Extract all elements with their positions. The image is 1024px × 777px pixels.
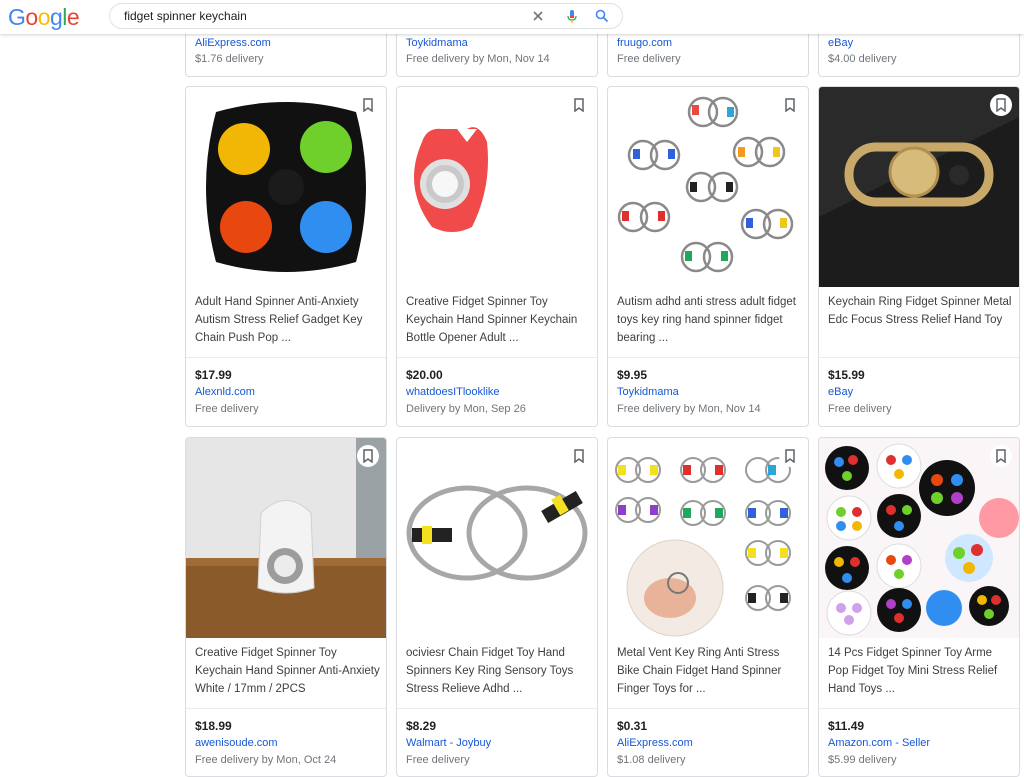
- product-price: $18.99: [195, 719, 232, 733]
- google-logo[interactable]: Google: [8, 3, 80, 31]
- product-image[interactable]: [608, 438, 808, 638]
- product-price: $11.49: [828, 719, 865, 733]
- store-link[interactable]: eBay: [828, 37, 853, 49]
- product-title[interactable]: Metal Vent Key Ring Anti Stress Bike Cha…: [617, 644, 803, 698]
- product-price: $0.31: [617, 719, 648, 733]
- search-input[interactable]: [124, 4, 524, 28]
- product-image[interactable]: [608, 87, 808, 287]
- microphone-icon[interactable]: [564, 8, 580, 24]
- bookmark-icon[interactable]: [779, 445, 801, 467]
- bookmark-icon[interactable]: [990, 445, 1012, 467]
- search-box: [109, 3, 623, 29]
- store-link[interactable]: Amazon.com - Seller: [828, 737, 930, 749]
- product-title[interactable]: 14 Pcs Fidget Spinner Toy Arme Pop Fidge…: [828, 644, 1014, 698]
- divider: [397, 708, 597, 709]
- divider: [819, 357, 1019, 358]
- delivery-text: $1.08 delivery: [617, 754, 686, 766]
- delivery-text: Free delivery by Mon, Nov 14: [617, 403, 761, 415]
- store-link[interactable]: awenisoude.com: [195, 737, 278, 749]
- store-link[interactable]: whatdoesITlooklike: [406, 386, 500, 398]
- divider: [186, 708, 386, 709]
- product-image[interactable]: [819, 438, 1019, 638]
- divider: [186, 357, 386, 358]
- logo-letter: g: [49, 4, 63, 30]
- bookmark-icon[interactable]: [779, 94, 801, 116]
- product-title[interactable]: Creative Fidget Spinner Toy Keychain Han…: [195, 644, 381, 698]
- delivery-text: Free delivery: [617, 53, 681, 65]
- product-card[interactable]: Autism adhd anti stress adult fidget toy…: [607, 86, 809, 427]
- product-price: $8.29: [406, 719, 437, 733]
- delivery-text: Free delivery by Mon, Nov 14: [406, 53, 550, 65]
- store-link[interactable]: eBay: [828, 386, 853, 398]
- delivery-text: $5.99 delivery: [828, 754, 897, 766]
- divider: [608, 357, 808, 358]
- clear-icon[interactable]: [530, 8, 546, 24]
- store-link[interactable]: fruugo.com: [617, 37, 672, 49]
- product-title[interactable]: Autism adhd anti stress adult fidget toy…: [617, 293, 803, 347]
- product-price: $9.95: [617, 368, 648, 382]
- product-card[interactable]: Creative Fidget Spinner Toy Keychain Han…: [185, 437, 387, 777]
- logo-letter: G: [8, 4, 26, 30]
- product-title[interactable]: Creative Fidget Spinner Toy Keychain Han…: [406, 293, 592, 347]
- product-image[interactable]: [186, 87, 386, 287]
- divider: [397, 357, 597, 358]
- bookmark-icon[interactable]: [990, 94, 1012, 116]
- product-card[interactable]: Creative Fidget Spinner Toy Keychain Han…: [396, 86, 598, 427]
- product-card[interactable]: Metal Vent Key Ring Anti Stress Bike Cha…: [607, 437, 809, 777]
- product-price: $15.99: [828, 368, 865, 382]
- delivery-text: Delivery by Mon, Sep 26: [406, 403, 526, 415]
- delivery-text: Free delivery: [828, 403, 892, 415]
- delivery-text: $4.00 delivery: [828, 53, 897, 65]
- product-card-partial[interactable]: fruugo.com Free delivery: [607, 34, 809, 77]
- product-card-partial[interactable]: AliExpress.com $1.76 delivery: [185, 34, 387, 77]
- top-bar: Google: [0, 0, 1024, 34]
- delivery-text: Free delivery by Mon, Oct 24: [195, 754, 337, 766]
- bookmark-icon[interactable]: [357, 94, 379, 116]
- product-card[interactable]: Adult Hand Spinner Anti-Anxiety Autism S…: [185, 86, 387, 427]
- product-card[interactable]: Keychain Ring Fidget Spinner Metal Edc F…: [818, 86, 1020, 427]
- product-image[interactable]: [397, 87, 597, 287]
- store-link[interactable]: AliExpress.com: [617, 737, 693, 749]
- delivery-text: Free delivery: [195, 403, 259, 415]
- logo-letter: o: [25, 4, 38, 30]
- product-image[interactable]: [819, 87, 1019, 287]
- delivery-text: $1.76 delivery: [195, 53, 264, 65]
- store-link[interactable]: Toykidmama: [406, 37, 468, 49]
- store-link[interactable]: Alexnld.com: [195, 386, 255, 398]
- store-link[interactable]: AliExpress.com: [195, 37, 271, 49]
- product-title[interactable]: ociviesr Chain Fidget Toy Hand Spinners …: [406, 644, 592, 698]
- product-card-partial[interactable]: Toykidmama Free delivery by Mon, Nov 14: [396, 34, 598, 77]
- delivery-text: Free delivery: [406, 754, 470, 766]
- store-link[interactable]: Toykidmama: [617, 386, 679, 398]
- product-image[interactable]: [186, 438, 386, 638]
- divider: [608, 708, 808, 709]
- divider: [819, 708, 1019, 709]
- product-title[interactable]: Keychain Ring Fidget Spinner Metal Edc F…: [828, 293, 1014, 329]
- product-price: $20.00: [406, 368, 443, 382]
- logo-letter: o: [37, 4, 51, 30]
- product-image[interactable]: [397, 438, 597, 638]
- product-card[interactable]: 14 Pcs Fidget Spinner Toy Arme Pop Fidge…: [818, 437, 1020, 777]
- product-card[interactable]: ociviesr Chain Fidget Toy Hand Spinners …: [396, 437, 598, 777]
- product-title[interactable]: Adult Hand Spinner Anti-Anxiety Autism S…: [195, 293, 381, 347]
- bookmark-icon[interactable]: [568, 94, 590, 116]
- product-price: $17.99: [195, 368, 232, 382]
- bookmark-icon[interactable]: [357, 445, 379, 467]
- search-icon[interactable]: [594, 8, 610, 24]
- logo-letter: e: [66, 4, 80, 30]
- product-card-partial[interactable]: eBay $4.00 delivery: [818, 34, 1020, 77]
- bookmark-icon[interactable]: [568, 445, 590, 467]
- store-link[interactable]: Walmart - Joybuy: [406, 737, 491, 749]
